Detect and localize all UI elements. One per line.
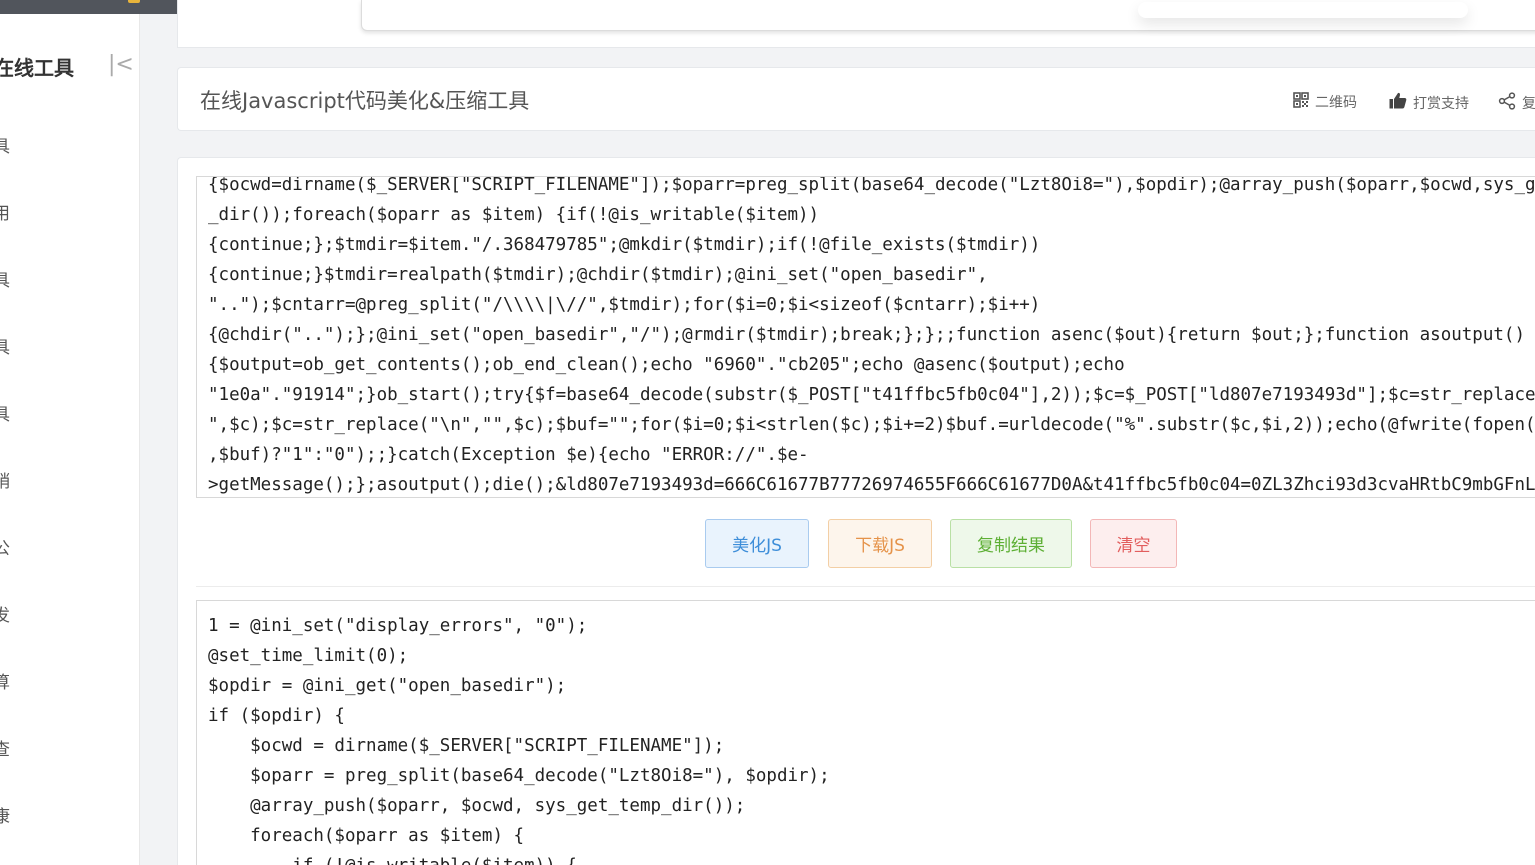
sidebar-item[interactable]: 算 <box>0 668 10 693</box>
sidebar-item[interactable]: 具 <box>0 132 10 157</box>
share-button[interactable]: 复 <box>1498 92 1535 114</box>
sidebar-item[interactable]: 销 <box>0 467 10 492</box>
sidebar-item[interactable]: 查 <box>0 735 10 760</box>
qrcode-label: 二维码 <box>1315 95 1357 111</box>
top-panel <box>177 0 1535 48</box>
support-label: 打赏支持 <box>1413 95 1469 112</box>
sidebar-item[interactable]: 具 <box>0 333 10 358</box>
bookmark-icon <box>128 0 140 3</box>
code-output-content: 1 = @ini_set("display_errors", "0"); @se… <box>208 616 830 865</box>
code-output-textarea[interactable]: 1 = @ini_set("display_errors", "0"); @se… <box>196 600 1535 865</box>
thumbs-up-icon <box>1389 92 1407 113</box>
code-input-content: {$ocwd=dirname($_SERVER["SCRIPT_FILENAME… <box>208 176 1535 495</box>
download-js-button[interactable]: 下载JS <box>828 519 932 568</box>
share-label: 复 <box>1522 96 1535 112</box>
beautify-js-button[interactable]: 美化JS <box>705 519 809 568</box>
qrcode-button[interactable]: 二维码 <box>1293 92 1357 112</box>
clear-button[interactable]: 清空 <box>1090 519 1177 568</box>
page-title: 在线Javascript代码美化&压缩工具 <box>200 89 530 113</box>
page-header: 在线Javascript代码美化&压缩工具 二维码 打赏支持 复 <box>177 67 1535 131</box>
sidebar-item[interactable]: 具 <box>0 266 10 291</box>
copy-result-button[interactable]: 复制结果 <box>950 519 1072 568</box>
sidebar: 在线工具 |< 具 用 具 具 具 销 公 发 算 查 康 <box>0 14 140 865</box>
sidebar-item[interactable]: 具 <box>0 400 10 425</box>
sidebar-item[interactable]: 发 <box>0 601 10 626</box>
sidebar-title: 在线工具 <box>0 56 74 80</box>
support-button[interactable]: 打赏支持 <box>1389 92 1469 113</box>
panel-shadow <box>1138 2 1468 18</box>
code-input-textarea[interactable]: {$ocwd=dirname($_SERVER["SCRIPT_FILENAME… <box>196 176 1535 498</box>
collapse-sidebar-icon[interactable]: |< <box>108 52 134 77</box>
qrcode-icon <box>1293 92 1309 112</box>
sidebar-item[interactable]: 康 <box>0 802 10 827</box>
share-icon <box>1498 92 1516 114</box>
divider <box>196 586 1535 587</box>
sidebar-item[interactable]: 公 <box>0 534 10 559</box>
sidebar-item[interactable]: 用 <box>0 199 10 224</box>
